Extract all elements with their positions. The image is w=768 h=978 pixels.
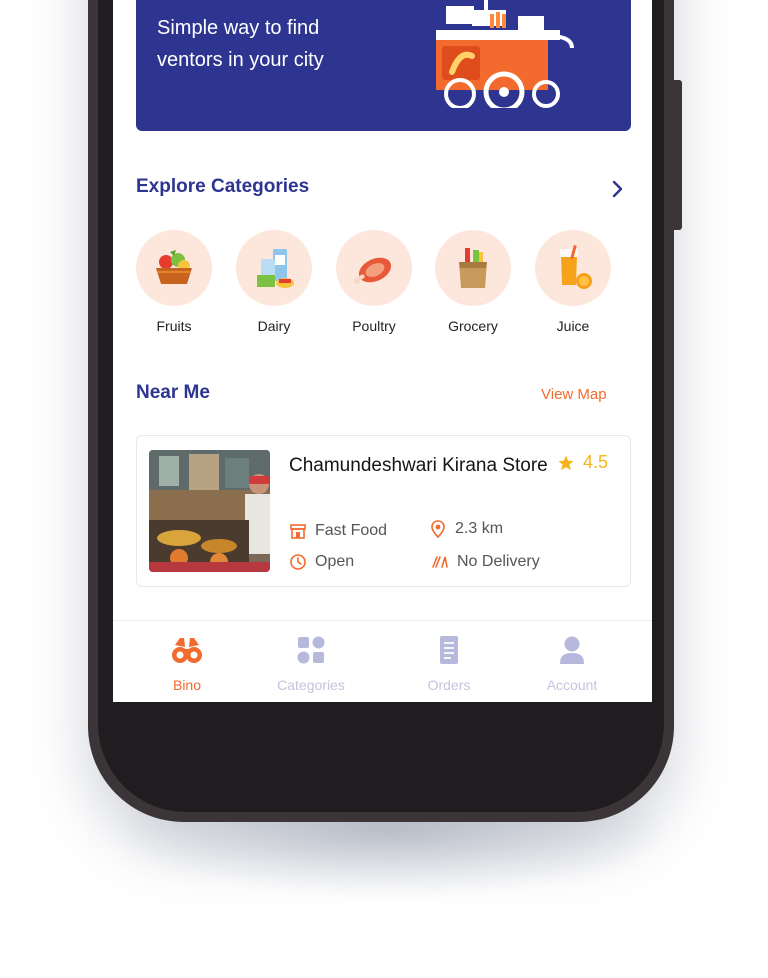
- grocery-bag-icon: [459, 248, 487, 288]
- nav-bino[interactable]: Bino: [162, 635, 212, 693]
- category-juice-circle: [535, 230, 611, 306]
- promo-banner[interactable]: Simple way to find ventors in your city: [136, 0, 631, 131]
- category-poultry[interactable]: Poultry: [336, 230, 412, 334]
- dairy-icon: [257, 249, 294, 288]
- phone-side-button: [674, 80, 682, 230]
- banner-text: Simple way to find ventors in your city: [157, 17, 324, 71]
- store-card[interactable]: Chamundeshwari Kirana Store 4.5 Fast Foo…: [136, 435, 631, 587]
- nav-label: Orders: [427, 677, 471, 693]
- nav-orders[interactable]: Orders: [419, 635, 479, 693]
- nav-label: Account: [546, 677, 598, 693]
- categories-grid-icon: [297, 636, 325, 664]
- poultry-icon: [354, 257, 392, 284]
- nav-categories[interactable]: Categories: [263, 635, 359, 693]
- category-fruits[interactable]: Fruits: [136, 230, 212, 334]
- store-delivery-text: No Delivery: [457, 553, 540, 570]
- orders-list-icon: [440, 636, 458, 664]
- nav-label: Bino: [172, 677, 202, 693]
- category-label: Poultry: [352, 318, 396, 334]
- star-icon: [558, 455, 574, 470]
- store-status-text: Open: [315, 553, 355, 570]
- store-type: Fast Food: [289, 522, 387, 540]
- category-label: Fruits: [156, 318, 192, 334]
- bottom-navigation: Bino Categories Orders Account: [113, 620, 652, 702]
- store-distance-text: 2.3 km: [455, 520, 504, 537]
- account-user-icon: [560, 636, 584, 664]
- binoculars-icon: [172, 638, 202, 663]
- category-label: Dairy: [257, 318, 291, 334]
- categories-title: Explore Categories: [136, 176, 310, 197]
- store-distance: 2.3 km: [429, 520, 503, 538]
- store-status: Open: [289, 553, 354, 571]
- category-grocery[interactable]: Grocery: [435, 230, 511, 334]
- chevron-right-icon[interactable]: [610, 178, 626, 200]
- store-delivery: No Delivery: [431, 553, 540, 571]
- store-rating: 4.5: [557, 452, 608, 473]
- no-delivery-icon: [432, 556, 448, 568]
- rating-value: 4.5: [583, 452, 609, 472]
- store-type-text: Fast Food: [315, 522, 388, 539]
- view-map-link[interactable]: View Map: [541, 386, 607, 403]
- category-poultry-circle: [336, 230, 412, 306]
- juice-icon: [560, 245, 592, 289]
- nav-label: Categories: [277, 677, 345, 693]
- category-label: Juice: [556, 318, 590, 334]
- category-grocery-circle: [435, 230, 511, 306]
- category-juice[interactable]: Juice: [535, 230, 611, 334]
- clock-icon: [290, 554, 306, 570]
- category-label: Grocery: [448, 318, 498, 334]
- category-dairy-circle: [236, 230, 312, 306]
- category-dairy[interactable]: Dairy: [236, 230, 312, 334]
- app-screen: Simple way to find ventors in your city …: [113, 0, 652, 702]
- near-me-title: Near Me: [136, 382, 210, 403]
- food-cart-illustration: [436, 0, 574, 108]
- store-image: [149, 450, 270, 572]
- nav-account[interactable]: Account: [537, 635, 607, 693]
- location-pin-icon: [431, 520, 445, 538]
- category-fruits-circle: [136, 230, 212, 306]
- store-name: Chamundeshwari Kirana Store: [289, 455, 548, 476]
- fruit-basket-icon: [156, 250, 192, 284]
- store-front-icon: [290, 524, 306, 539]
